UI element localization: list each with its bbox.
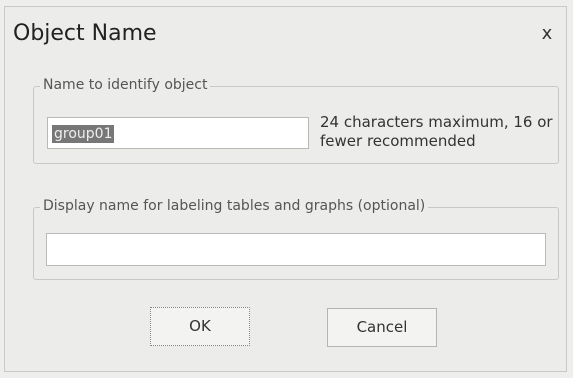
display-name-group: Display name for labeling tables and gra… (33, 198, 559, 280)
dialog-title: Object Name (13, 21, 157, 46)
title-bar: Object Name x (5, 7, 566, 59)
cancel-button[interactable]: Cancel (327, 308, 437, 347)
display-name-group-label: Display name for labeling tables and gra… (40, 198, 429, 214)
close-icon[interactable]: x (537, 24, 557, 44)
name-length-hint: 24 characters maximum, 16 or fewer recom… (320, 113, 553, 150)
ok-button[interactable]: OK (150, 307, 250, 346)
object-name-input[interactable]: group01 (47, 117, 309, 149)
object-name-value: group01 (52, 125, 115, 143)
object-name-dialog: Object Name x Name to identify object gr… (4, 6, 567, 372)
name-group-label: Name to identify object (40, 77, 211, 93)
display-name-input[interactable] (46, 233, 546, 266)
name-group: Name to identify object group01 24 chara… (33, 77, 559, 164)
